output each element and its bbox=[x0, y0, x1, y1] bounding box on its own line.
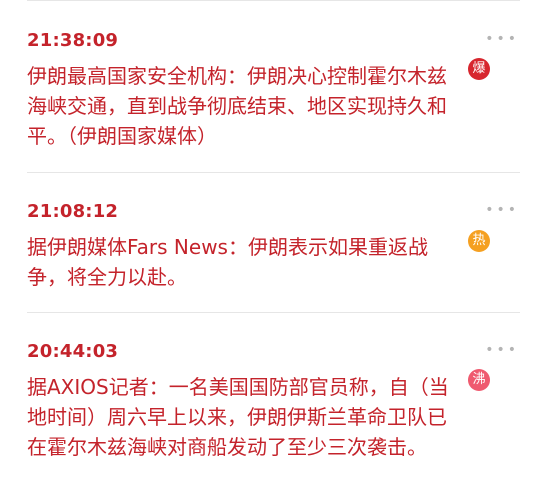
news-item[interactable]: 21:08:12 ••• 据伊朗媒体Fars News：伊朗表示如果重返战争，将… bbox=[27, 201, 520, 313]
news-content: 伊朗最高国家安全机构：伊朗决心控制霍尔木兹海峡交通，直到战争彻底结束、地区实现持… bbox=[27, 64, 447, 148]
hot-badge-icon: 沸 bbox=[468, 369, 490, 391]
news-time: 20:44:03 bbox=[27, 341, 119, 362]
news-feed: 21:38:09 ••• 伊朗最高国家安全机构：伊朗决心控制霍尔木兹海峡交通，直… bbox=[0, 0, 546, 500]
divider bbox=[27, 172, 520, 173]
hot-badge-icon: 热 bbox=[468, 230, 490, 252]
more-dots-icon[interactable]: ••• bbox=[485, 32, 519, 46]
divider bbox=[27, 312, 520, 313]
news-content: 据AXIOS记者：一名美国国防部官员称，自（当地时间）周六早上以来，伊朗伊斯兰革… bbox=[27, 375, 449, 459]
news-item[interactable]: 21:38:09 ••• 伊朗最高国家安全机构：伊朗决心控制霍尔木兹海峡交通，直… bbox=[27, 30, 520, 173]
hot-badge-icon: 爆 bbox=[468, 58, 490, 80]
news-content: 据伊朗媒体Fars News：伊朗表示如果重返战争，将全力以赴。 bbox=[27, 235, 428, 289]
more-dots-icon[interactable]: ••• bbox=[485, 343, 519, 357]
top-divider bbox=[27, 0, 520, 1]
news-item[interactable]: 20:44:03 ••• 据AXIOS记者：一名美国国防部官员称，自（当地时间）… bbox=[27, 341, 520, 500]
more-dots-icon[interactable]: ••• bbox=[485, 203, 519, 217]
news-time: 21:08:12 bbox=[27, 201, 119, 222]
news-time: 21:38:09 bbox=[27, 30, 119, 51]
